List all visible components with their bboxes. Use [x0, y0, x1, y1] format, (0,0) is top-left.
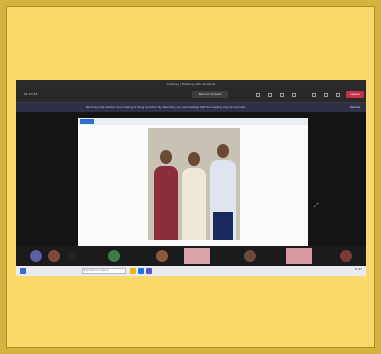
person-center [182, 152, 206, 240]
participant-strip [16, 246, 366, 266]
participant-avatar[interactable] [244, 250, 256, 262]
meeting-toolbar: 01:13:45 Record content Leave [16, 88, 366, 103]
participant-avatar[interactable] [30, 250, 42, 262]
participant-video[interactable] [286, 248, 312, 264]
participant-avatar[interactable] [156, 250, 168, 262]
record-button[interactable]: Record content [192, 91, 228, 98]
cursor-icon: ⤢ [314, 202, 319, 209]
windows-taskbar: Type here to search 11:42 [16, 266, 366, 276]
participants-icon[interactable] [268, 93, 272, 97]
shared-photo [148, 128, 240, 240]
taskbar-search[interactable]: Type here to search [82, 268, 126, 274]
notice-text: Recording has started. Your meeting is b… [86, 106, 246, 109]
camera-icon[interactable] [312, 93, 316, 97]
meeting-timer: 01:13:45 [24, 92, 38, 96]
person-right [210, 144, 236, 240]
participant-avatar[interactable] [340, 250, 352, 262]
browser-icon[interactable] [138, 268, 144, 274]
share-icon[interactable] [336, 93, 340, 97]
participant-video[interactable] [184, 248, 210, 264]
raise-hand-icon[interactable] [280, 93, 284, 97]
meeting-screen: Lakshya | Meeting with students 01:13:45… [16, 80, 366, 276]
person-left [154, 150, 178, 240]
mic-icon[interactable] [324, 93, 328, 97]
teams-icon[interactable] [146, 268, 152, 274]
app-logo [80, 119, 94, 124]
start-icon[interactable] [20, 268, 26, 274]
window-title: Lakshya | Meeting with students [16, 80, 366, 88]
shared-app-bar [78, 118, 308, 125]
participant-avatar[interactable] [66, 250, 78, 262]
meeting-stage: ⤢ Gurunadham... [16, 112, 366, 268]
chat-icon[interactable] [256, 93, 260, 97]
file-explorer-icon[interactable] [130, 268, 136, 274]
more-actions-icon[interactable] [292, 93, 296, 97]
recording-notice: Recording has started. Your meeting is b… [16, 103, 366, 112]
shared-content [78, 118, 308, 246]
participant-avatar[interactable] [108, 250, 120, 262]
taskbar-clock: 11:42 [354, 268, 362, 271]
leave-button[interactable]: Leave [346, 91, 364, 98]
dismiss-button[interactable]: Dismiss [350, 103, 360, 112]
participant-avatar[interactable] [48, 250, 60, 262]
